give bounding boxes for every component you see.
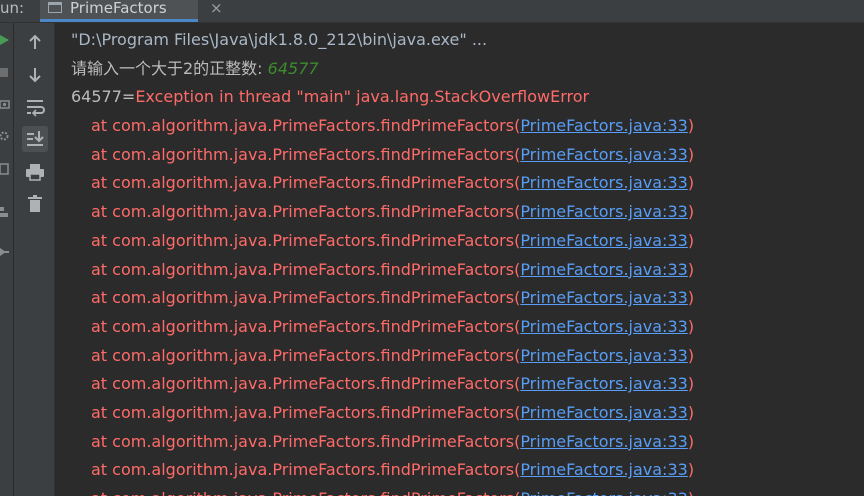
command-line: "D:\Program Files\Java\jdk1.8.0_212\bin\… bbox=[71, 30, 488, 49]
stack-frame-close-paren: ) bbox=[687, 460, 695, 480]
source-link[interactable]: PrimeFactors.java:33 bbox=[520, 432, 688, 451]
arrow-up-icon[interactable] bbox=[22, 29, 48, 55]
stack-frame-close-paren: ) bbox=[687, 230, 695, 250]
stack-trace-line: at com.algorithm.java.PrimeFactors.findP… bbox=[91, 374, 694, 394]
stack-frame-text: at com.algorithm.java.PrimeFactors.findP… bbox=[91, 144, 515, 164]
stack-frame-text: at com.algorithm.java.PrimeFactors.findP… bbox=[91, 431, 515, 451]
source-link[interactable]: PrimeFactors.java:33 bbox=[520, 202, 688, 221]
run-icon[interactable] bbox=[0, 34, 10, 46]
run-label: un: bbox=[0, 0, 25, 17]
console-window-icon bbox=[48, 2, 62, 13]
prompt-text: 请输入一个大于2的正整数: bbox=[71, 59, 263, 78]
stack-frame-close-paren: ) bbox=[687, 116, 695, 135]
source-link[interactable]: PrimeFactors.java:33 bbox=[520, 288, 688, 307]
stack-trace-line: at com.algorithm.java.PrimeFactors.findP… bbox=[91, 231, 694, 251]
user-input-value: 64577 bbox=[267, 59, 319, 78]
console-toolbar bbox=[14, 23, 55, 496]
stack-frame-text: at com.algorithm.java.PrimeFactors.findP… bbox=[91, 230, 515, 250]
pin-icon[interactable] bbox=[0, 246, 10, 258]
exception-message: Exception in thread "main" java.lang.Sta… bbox=[135, 87, 590, 106]
stack-frame-text: at com.algorithm.java.PrimeFactors.findP… bbox=[91, 288, 515, 308]
stop-icon[interactable] bbox=[0, 67, 10, 79]
stack-trace-line: at com.algorithm.java.PrimeFactors.findP… bbox=[91, 202, 694, 222]
source-link[interactable]: PrimeFactors.java:33 bbox=[520, 116, 688, 135]
prompt-line: 请输入一个大于2的正整数: 64577 bbox=[71, 59, 319, 79]
stack-frame-close-paren: ) bbox=[687, 202, 695, 222]
source-link[interactable]: PrimeFactors.java:33 bbox=[520, 489, 688, 496]
stack-frame-text: at com.algorithm.java.PrimeFactors.findP… bbox=[91, 259, 515, 279]
run-tab-bar: un: PrimeFactors × bbox=[0, 0, 864, 23]
stack-frame-text: at com.algorithm.java.PrimeFactors.findP… bbox=[91, 202, 515, 222]
stack-trace-line: at com.algorithm.java.PrimeFactors.findP… bbox=[91, 317, 694, 337]
source-link[interactable]: PrimeFactors.java:33 bbox=[520, 317, 688, 336]
stack-frame-close-paren: ) bbox=[687, 374, 695, 394]
stack-frame-text: at com.algorithm.java.PrimeFactors.findP… bbox=[91, 489, 514, 496]
layout-icon[interactable] bbox=[0, 206, 10, 218]
exception-line: 64577=Exception in thread "main" java.la… bbox=[71, 87, 589, 107]
stack-frame-close-paren: ) bbox=[687, 403, 695, 422]
stack-frame-text: at com.algorithm.java.PrimeFactors.findP… bbox=[91, 316, 515, 336]
close-tab-icon[interactable]: × bbox=[210, 0, 223, 16]
stack-trace-line: at com.algorithm.java.PrimeFactors.findP… bbox=[91, 145, 694, 165]
scroll-to-end-icon bbox=[27, 131, 44, 146]
source-link[interactable]: PrimeFactors.java:33 bbox=[520, 374, 688, 393]
settings-icon[interactable] bbox=[0, 130, 10, 142]
scroll-to-end-toggle[interactable] bbox=[22, 126, 48, 152]
stack-frame-close-paren: ) bbox=[687, 345, 695, 365]
source-link[interactable]: PrimeFactors.java:33 bbox=[520, 346, 688, 365]
stack-frame-close-paren: ) bbox=[687, 173, 695, 193]
stack-frame-close-paren: ) bbox=[687, 144, 695, 164]
stack-trace-line: at com.algorithm.java.PrimeFactors.findP… bbox=[91, 403, 694, 423]
console-output[interactable]: "D:\Program Files\Java\jdk1.8.0_212\bin\… bbox=[56, 23, 864, 496]
stack-trace-line: at com.algorithm.java.PrimeFactors.findP… bbox=[91, 489, 694, 496]
stack-frame-close-paren: ) bbox=[687, 431, 695, 451]
stack-frame-close-paren: ) bbox=[687, 259, 695, 279]
output-prefix: 64577= bbox=[71, 87, 136, 106]
stack-trace-line: at com.algorithm.java.PrimeFactors.findP… bbox=[91, 288, 694, 308]
camera-icon[interactable] bbox=[0, 98, 10, 110]
stack-frame-text: at com.algorithm.java.PrimeFactors.findP… bbox=[91, 374, 515, 394]
stack-frame-text: at com.algorithm.java.PrimeFactors.findP… bbox=[91, 173, 515, 193]
tab-primefactors[interactable]: PrimeFactors × bbox=[40, 0, 223, 22]
source-link[interactable]: PrimeFactors.java:33 bbox=[520, 173, 688, 192]
stack-trace-line: at com.algorithm.java.PrimeFactors.findP… bbox=[91, 432, 694, 452]
stack-frame-text: at com.algorithm.java.PrimeFactors.findP… bbox=[91, 403, 515, 422]
stack-trace-line: at com.algorithm.java.PrimeFactors.findP… bbox=[91, 346, 694, 366]
source-link[interactable]: PrimeFactors.java:33 bbox=[520, 260, 688, 279]
arrow-down-icon[interactable] bbox=[22, 62, 48, 88]
stack-trace-line: at com.algorithm.java.PrimeFactors.findP… bbox=[91, 116, 694, 136]
source-link[interactable]: PrimeFactors.java:33 bbox=[520, 403, 688, 422]
stack-frame-close-paren: ) bbox=[687, 316, 695, 336]
run-side-strip bbox=[0, 23, 14, 496]
stack-trace-line: at com.algorithm.java.PrimeFactors.findP… bbox=[91, 173, 694, 193]
source-link[interactable]: PrimeFactors.java:33 bbox=[520, 460, 688, 479]
stack-frame-text: at com.algorithm.java.PrimeFactors.findP… bbox=[91, 116, 515, 135]
stack-trace-line: at com.algorithm.java.PrimeFactors.findP… bbox=[91, 460, 694, 480]
source-link[interactable]: PrimeFactors.java:33 bbox=[520, 231, 688, 250]
stack-frame-text: at com.algorithm.java.PrimeFactors.findP… bbox=[91, 460, 515, 480]
tab-label: PrimeFactors bbox=[70, 0, 167, 17]
exit-icon[interactable] bbox=[0, 163, 10, 175]
soft-wrap-icon[interactable] bbox=[22, 94, 48, 120]
stack-frame-close-paren: ) bbox=[687, 288, 695, 308]
stack-trace-line: at com.algorithm.java.PrimeFactors.findP… bbox=[91, 260, 694, 280]
trash-icon[interactable] bbox=[22, 191, 48, 217]
source-link[interactable]: PrimeFactors.java:33 bbox=[520, 145, 688, 164]
stack-frame-text: at com.algorithm.java.PrimeFactors.findP… bbox=[91, 345, 515, 365]
stack-frame-close-paren: ) bbox=[688, 489, 694, 496]
print-icon[interactable] bbox=[22, 159, 48, 185]
